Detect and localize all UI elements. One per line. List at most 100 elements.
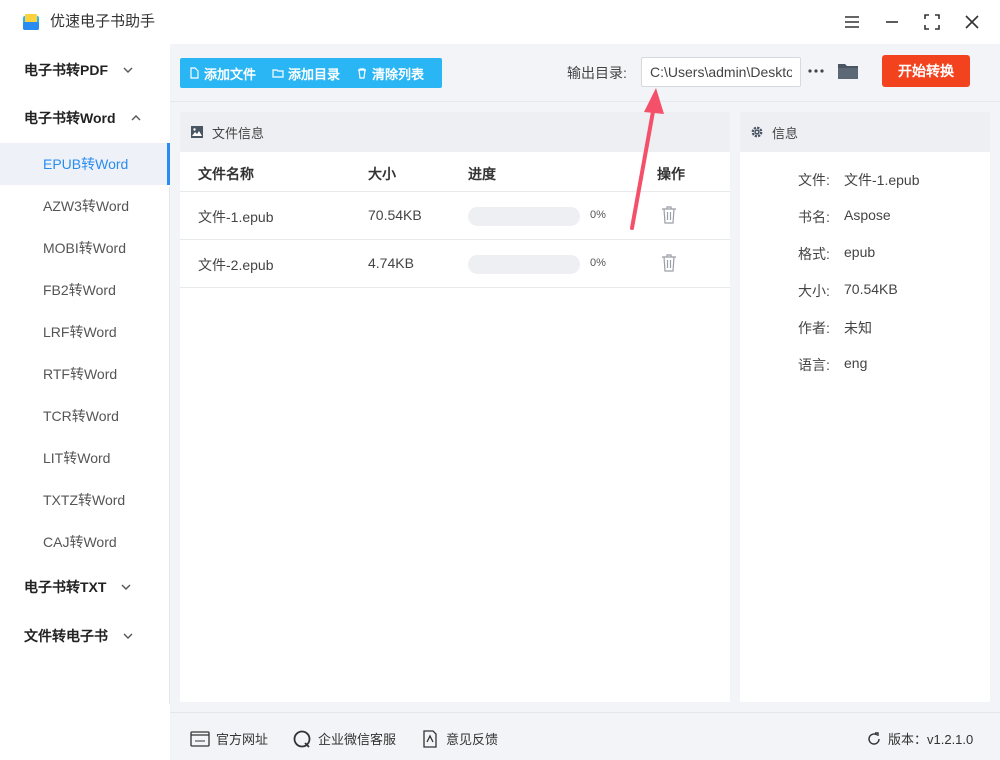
folder-icon xyxy=(272,69,284,78)
website-link[interactable]: 官方网址 xyxy=(190,729,268,748)
info-panel-title: 信息 xyxy=(772,125,799,141)
sidebar-category-to-ebook[interactable]: 文件转电子书 xyxy=(0,616,170,656)
app-title: 优速电子书助手 xyxy=(50,13,156,30)
add-file-button[interactable]: 添加文件 xyxy=(180,58,264,88)
output-directory-input[interactable] xyxy=(641,57,801,87)
browse-more-button[interactable] xyxy=(807,62,825,80)
sidebar-category-word[interactable]: 电子书转Word xyxy=(0,98,170,138)
sidebar-item-txtz-to-word[interactable]: TXTZ转Word xyxy=(0,479,170,521)
sidebar-item-tcr-to-word[interactable]: TCR转Word xyxy=(0,395,170,437)
toolbar: 添加文件 添加目录 清除列表 输出目录: 开始转换 xyxy=(170,44,1000,102)
info-value: epub xyxy=(844,244,876,260)
website-icon xyxy=(190,730,210,747)
trash-icon[interactable] xyxy=(660,205,678,225)
trash-icon xyxy=(358,68,367,79)
website-label: 官方网址 xyxy=(216,732,269,747)
info-value: 未知 xyxy=(844,320,872,336)
sidebar-item-fb2-to-word[interactable]: FB2转Word xyxy=(0,269,170,311)
sidebar-item-lrf-to-word[interactable]: LRF转Word xyxy=(0,311,170,353)
clear-list-button[interactable]: 清除列表 xyxy=(348,58,432,88)
menu-icon xyxy=(845,16,859,28)
feedback-label: 意见反馈 xyxy=(446,732,499,747)
sidebar-category-label: 文件转电子书 xyxy=(24,628,108,644)
clear-list-label: 清除列表 xyxy=(372,66,425,82)
close-button[interactable] xyxy=(962,12,982,32)
chevron-down-icon xyxy=(123,633,133,639)
info-key: 大小: xyxy=(798,283,830,299)
folder-icon xyxy=(838,64,858,79)
sidebar-item-lit-to-word[interactable]: LIT转Word xyxy=(0,437,170,479)
file-icon xyxy=(190,67,199,79)
minimize-button[interactable] xyxy=(882,12,902,32)
file-size: 70.54KB xyxy=(368,207,422,223)
sidebar-item-caj-to-word[interactable]: CAJ转Word xyxy=(0,521,170,563)
info-key: 语言: xyxy=(798,357,830,373)
column-header-size: 大小 xyxy=(368,166,396,182)
gear-icon xyxy=(751,126,763,138)
add-directory-button[interactable]: 添加目录 xyxy=(264,58,348,88)
image-icon xyxy=(191,126,203,138)
file-panel-title: 文件信息 xyxy=(212,125,265,141)
progress-bar xyxy=(468,255,580,274)
feedback-link[interactable]: 意见反馈 xyxy=(420,729,498,748)
sidebar-item-mobi-to-word[interactable]: MOBI转Word xyxy=(0,227,170,269)
sidebar: 电子书转PDF 电子书转Word EPUB转Word AZW3转Word MOB… xyxy=(0,44,170,760)
add-file-label: 添加文件 xyxy=(204,66,257,82)
info-panel-header: 信息 xyxy=(740,112,990,152)
file-actions-group: 添加文件 添加目录 清除列表 xyxy=(180,58,442,88)
info-key: 格式: xyxy=(798,246,830,262)
column-header-progress: 进度 xyxy=(468,166,496,182)
progress-bar xyxy=(468,207,580,226)
maximize-button[interactable] xyxy=(922,12,942,32)
sidebar-item-epub-to-word[interactable]: EPUB转Word xyxy=(0,143,170,185)
footer: 官方网址 企业微信客服 意见反馈 版本：v1.2.1.0 xyxy=(170,712,1000,760)
info-key: 文件: xyxy=(798,172,830,188)
app-logo-icon xyxy=(23,14,39,30)
maximize-icon xyxy=(924,14,940,30)
wechat-support-label: 企业微信客服 xyxy=(318,732,397,747)
sidebar-item-rtf-to-word[interactable]: RTF转Word xyxy=(0,353,170,395)
file-name: 文件-1.epub xyxy=(198,209,274,225)
wechat-support-link[interactable]: 企业微信客服 xyxy=(292,729,396,748)
chevron-up-icon xyxy=(131,115,141,121)
info-value: 70.54KB xyxy=(844,281,898,297)
title-bar: 优速电子书助手 xyxy=(0,0,1000,44)
trash-icon[interactable] xyxy=(660,253,678,273)
info-value: Aspose xyxy=(844,207,891,223)
info-row-author: 作者: 未知 xyxy=(798,318,872,338)
column-header-actions: 操作 xyxy=(657,166,685,182)
sidebar-divider xyxy=(169,187,170,704)
add-directory-label: 添加目录 xyxy=(288,66,341,82)
start-convert-button[interactable]: 开始转换 xyxy=(882,55,970,87)
file-size: 4.74KB xyxy=(368,255,414,271)
info-key: 书名: xyxy=(798,209,830,225)
output-directory-label: 输出目录: xyxy=(567,65,627,81)
file-panel: 文件信息 文件名称 大小 进度 操作 文件-1.epub 70.54KB 0% … xyxy=(180,112,730,702)
info-row-language: 语言: eng xyxy=(798,355,867,375)
info-value: eng xyxy=(844,355,868,371)
table-row[interactable]: 文件-1.epub 70.54KB 0% xyxy=(180,192,730,240)
version-info: 版本：v1.2.1.0 xyxy=(866,729,973,748)
table-row[interactable]: 文件-2.epub 4.74KB 0% xyxy=(180,240,730,288)
progress-text: 0% xyxy=(590,209,606,221)
info-value: 文件-1.epub xyxy=(844,172,920,188)
column-header-name: 文件名称 xyxy=(198,166,254,182)
progress-text: 0% xyxy=(590,257,606,269)
info-row-file: 文件: 文件-1.epub xyxy=(798,170,919,190)
close-icon xyxy=(965,15,979,29)
sidebar-category-txt[interactable]: 电子书转TXT xyxy=(0,567,170,607)
open-folder-button[interactable] xyxy=(837,61,859,81)
chevron-down-icon xyxy=(121,584,131,590)
info-row-title: 书名: Aspose xyxy=(798,207,891,227)
info-row-size: 大小: 70.54KB xyxy=(798,281,898,301)
version-label: 版本：v1.2.1.0 xyxy=(888,732,974,747)
info-key: 作者: xyxy=(798,320,830,336)
sidebar-category-pdf[interactable]: 电子书转PDF xyxy=(0,50,170,90)
more-dots-icon xyxy=(808,69,824,73)
menu-button[interactable] xyxy=(842,12,862,32)
sidebar-category-label: 电子书转TXT xyxy=(24,579,107,595)
file-name: 文件-2.epub xyxy=(198,257,274,273)
feedback-icon xyxy=(423,729,437,748)
chevron-down-icon xyxy=(123,67,133,73)
sidebar-item-azw3-to-word[interactable]: AZW3转Word xyxy=(0,185,170,227)
